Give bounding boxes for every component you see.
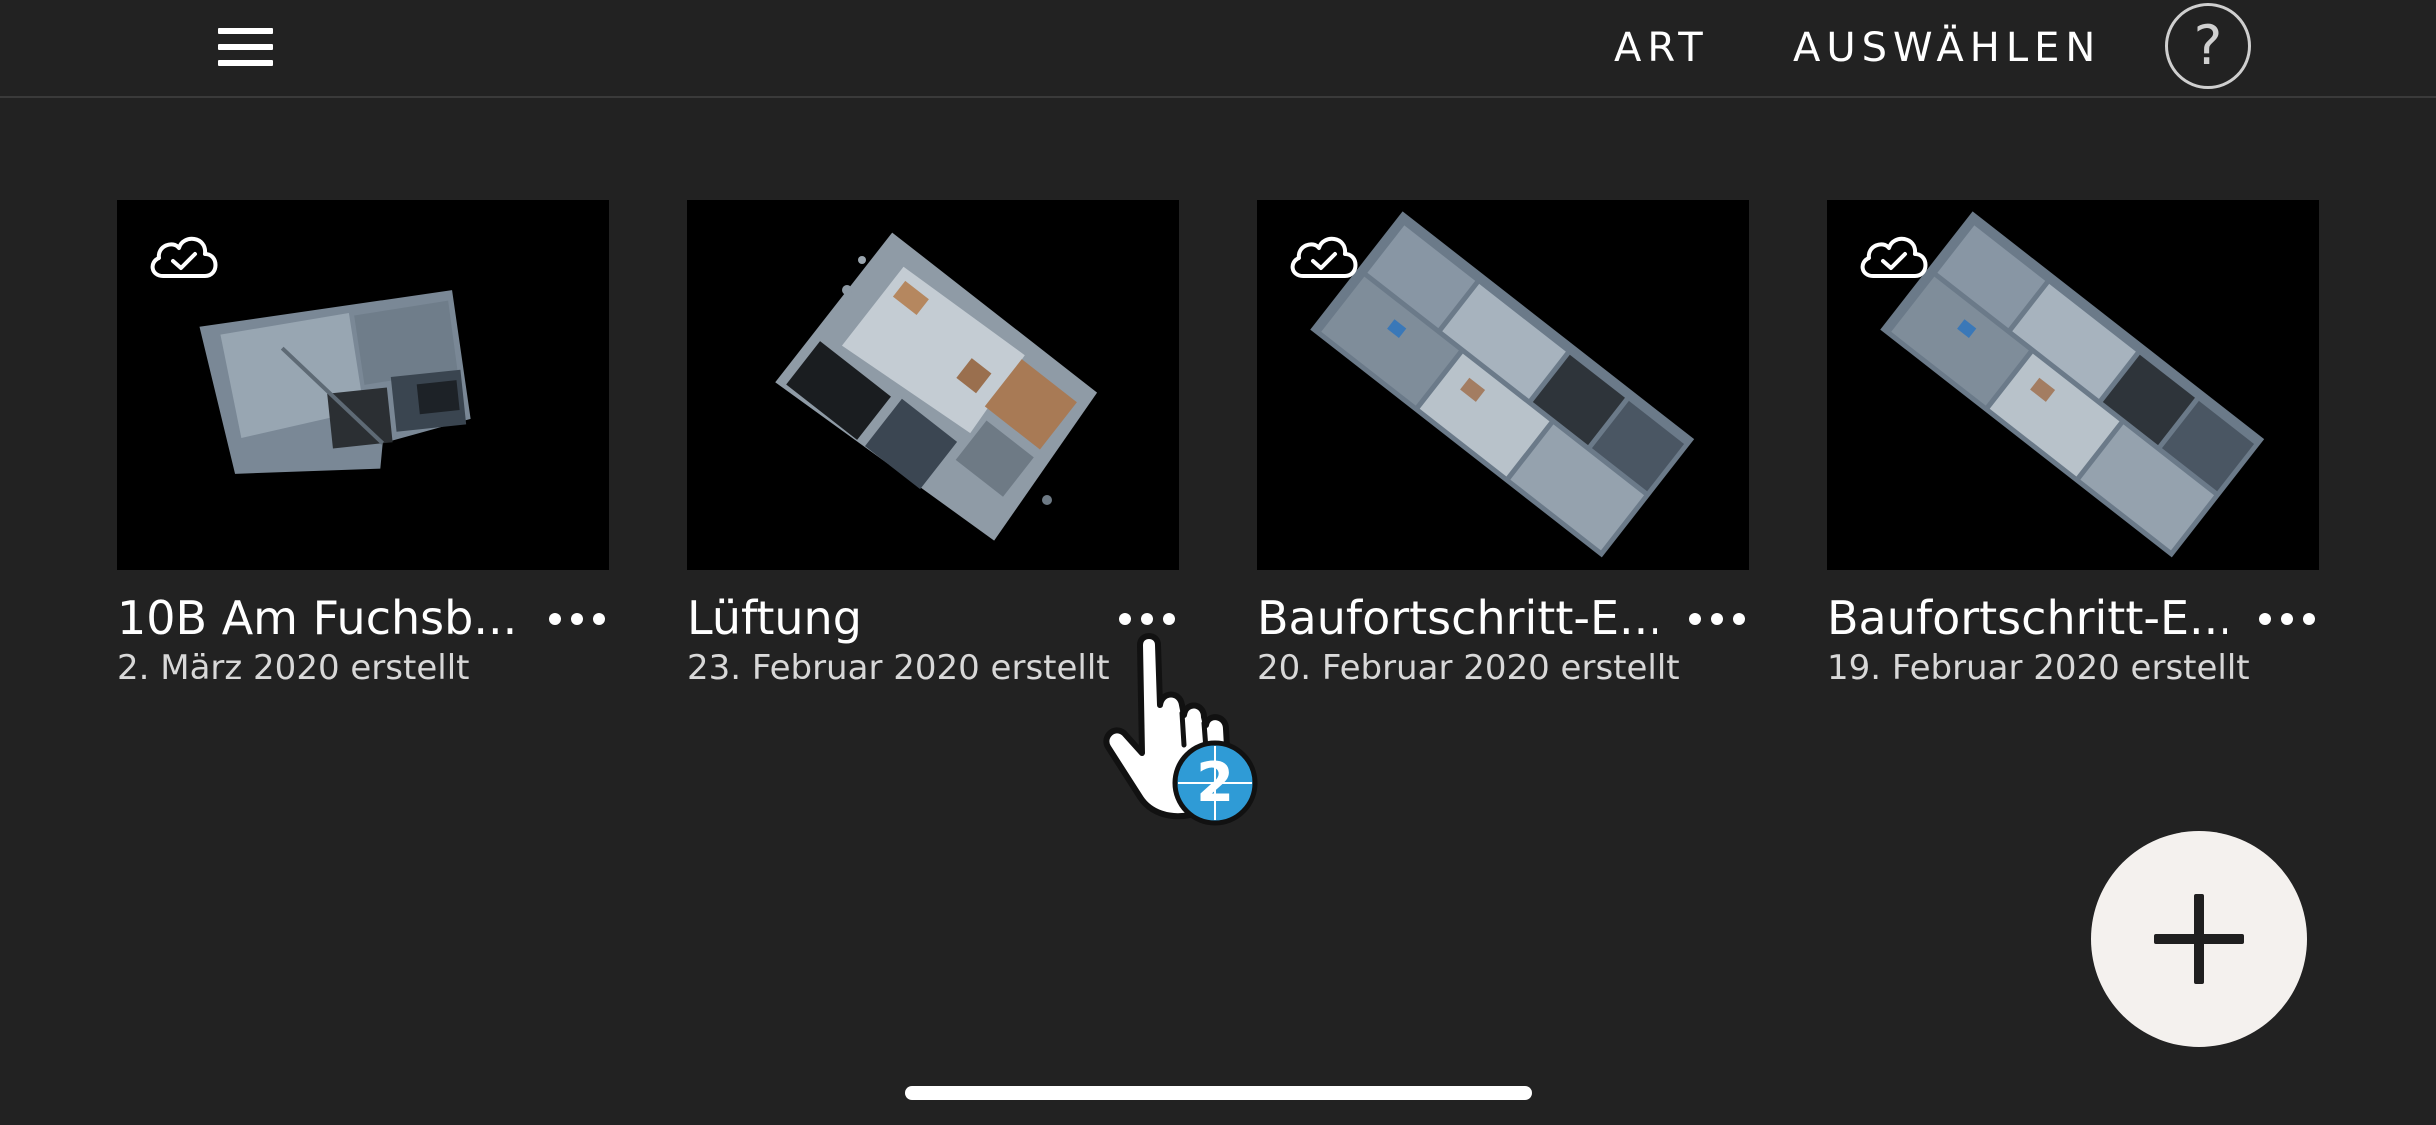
model-thumbnail[interactable] [687, 200, 1179, 570]
model-date: 2. März 2020 erstellt [117, 648, 470, 688]
cloud-check-icon [1290, 237, 1358, 278]
model-card: Baufortschritt-E... 19. Februar 2020 ers… [1827, 200, 2319, 688]
tap-hand-icon: 2 [1103, 633, 1258, 826]
select-button[interactable]: AUSWÄHLEN [1793, 20, 2101, 76]
model-thumbnail[interactable] [1257, 200, 1749, 570]
model-title[interactable]: Baufortschritt-E... [1257, 590, 1657, 646]
model-card: Baufortschritt-E... 20. Februar 2020 ers… [1257, 200, 1749, 688]
help-button[interactable]: ? [2165, 3, 2251, 89]
cloud-check-icon [150, 237, 218, 278]
model-thumbnail[interactable] [1827, 200, 2319, 570]
model-thumbnail[interactable] [117, 200, 609, 570]
model-card: 10B Am Fuchsb... 2. März 2020 erstellt [117, 200, 609, 688]
more-options-icon[interactable] [547, 600, 611, 640]
more-options-icon[interactable] [1117, 600, 1181, 640]
app-screen: ART AUSWÄHLEN ? 10B Am Fuchsb... 2. März… [0, 0, 2436, 1125]
model-date: 23. Februar 2020 erstellt [687, 648, 1110, 688]
model-title[interactable]: Lüftung [687, 590, 1087, 646]
model-date: 19. Februar 2020 erstellt [1827, 648, 2250, 688]
more-options-icon[interactable] [1687, 600, 1751, 640]
type-filter-button[interactable]: ART [1614, 20, 1709, 76]
model-title[interactable]: Baufortschritt-E... [1827, 590, 2227, 646]
tutorial-step-number: 2 [1196, 751, 1234, 814]
more-options-icon[interactable] [2257, 600, 2321, 640]
add-model-button[interactable] [2091, 831, 2307, 1047]
top-bar: ART AUSWÄHLEN ? [0, 0, 2436, 98]
model-title[interactable]: 10B Am Fuchsb... [117, 590, 517, 646]
question-mark-icon: ? [2193, 14, 2223, 77]
home-indicator[interactable] [905, 1086, 1532, 1100]
model-date: 20. Februar 2020 erstellt [1257, 648, 1680, 688]
tutorial-step-badge [1172, 740, 1258, 826]
cloud-check-icon [1860, 237, 1928, 278]
hamburger-menu-icon[interactable] [210, 22, 280, 74]
model-card: Lüftung 23. Februar 2020 erstellt [687, 200, 1179, 688]
